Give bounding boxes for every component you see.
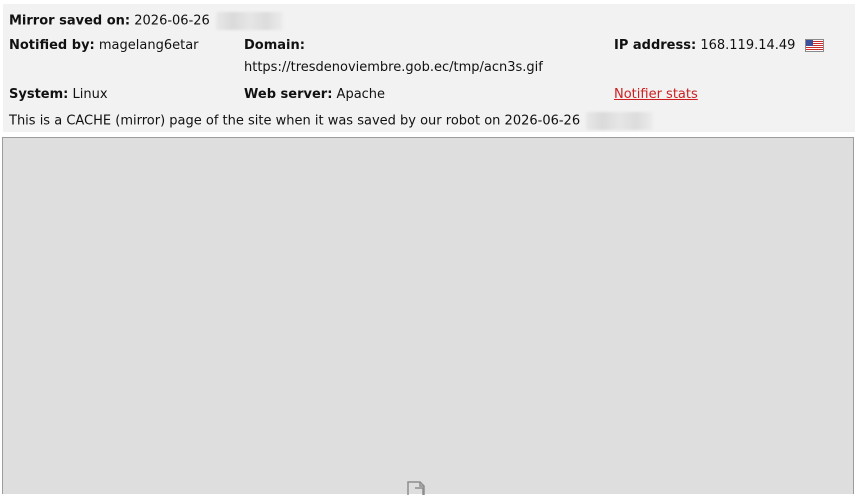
domain-label: Domain: [244,38,305,53]
web-server-label: Web server: [244,87,333,102]
notifier-stats-link[interactable]: Notifier stats [614,87,698,103]
ip-address-value: 168.119.14.49 [700,38,796,53]
notified-by-row: Notified by: magelang6etar [9,38,199,54]
mirror-saved-label: Mirror saved on: [9,13,131,29]
ip-address-row: IP address: 168.119.14.49 [614,38,824,54]
system-value: Linux [72,87,108,102]
domain-value: https://tresdenoviembre.gob.ec/tmp/acn3s… [244,60,543,75]
cache-notice-text: This is a CACHE (mirror) page of the sit… [9,113,581,129]
web-server-value: Apache [336,87,386,102]
web-server-row: Web server: Apache [244,87,385,103]
redacted-time [586,112,654,130]
notified-by-value: magelang6etar [98,38,199,53]
system-label: System: [9,87,69,102]
mirrored-page-frame[interactable] [2,137,854,495]
ip-address-label: IP address: [614,38,697,53]
system-row: System: Linux [9,87,108,103]
mirror-saved-row: Mirror saved on: 2026-06-26 [9,12,283,30]
redacted-time [215,12,283,30]
notified-by-label: Notified by: [9,38,95,53]
cache-notice: This is a CACHE (mirror) page of the sit… [9,112,654,130]
us-flag-icon [804,39,824,52]
mirror-saved-date: 2026-06-26 [134,13,210,29]
